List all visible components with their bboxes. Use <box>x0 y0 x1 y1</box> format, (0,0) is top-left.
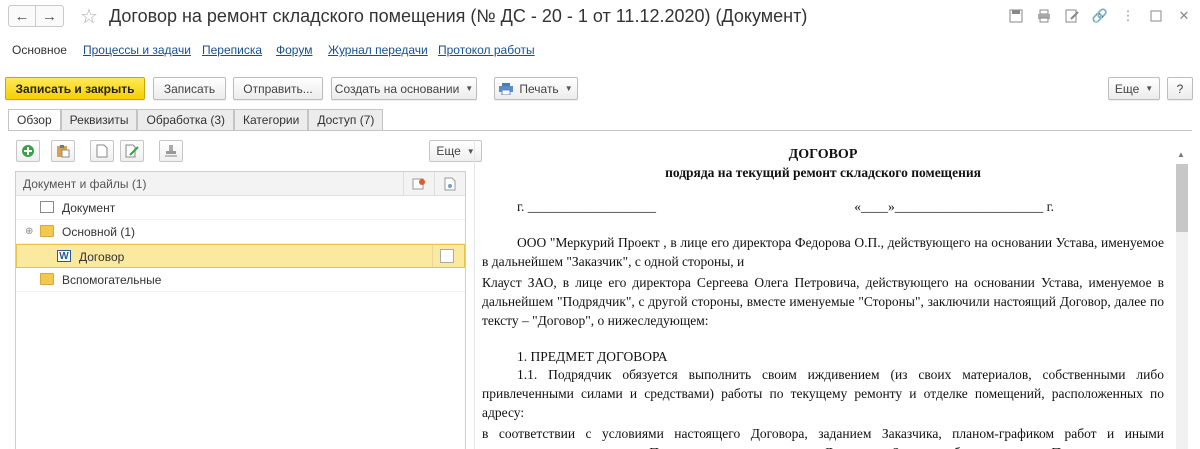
nav-link-correspondence[interactable]: Переписка <box>202 43 262 57</box>
document-scrollbar[interactable]: ▲ <box>1172 140 1192 449</box>
favorite-star-icon[interactable]: ☆ <box>80 4 98 29</box>
document-icon <box>96 144 108 158</box>
nav-link-main[interactable]: Основное <box>12 43 67 57</box>
tab-divider <box>8 130 1192 131</box>
link-icon[interactable]: 🔗 <box>1092 8 1108 24</box>
more-button[interactable]: Еще ▼ <box>1108 77 1160 100</box>
document-place-date: г. ___________________ «____»___________… <box>482 199 1164 215</box>
new-file-button[interactable] <box>90 140 114 162</box>
files-tree-header: Документ и файлы (1) <box>16 172 465 196</box>
stamp-icon <box>165 145 177 157</box>
scroll-up-icon[interactable]: ▲ <box>1177 150 1185 159</box>
document-content: ДОГОВОР подряда на текущий ремонт складс… <box>482 140 1164 449</box>
chevron-down-icon: ▼ <box>465 84 474 93</box>
window-title: Договор на ремонт складского помещения (… <box>109 6 808 26</box>
chevron-down-icon: ▼ <box>1145 84 1154 93</box>
tree-row-auxiliary-folder[interactable]: Вспомогательные <box>16 268 465 292</box>
files-tree-title: Документ и файлы (1) <box>23 177 147 191</box>
document-paragraph-2: Клауст ЗАО, в лице его директора Сергеев… <box>482 275 1164 328</box>
command-bar: Записать и закрыть Записать Отправить...… <box>0 77 1200 101</box>
folder-icon <box>40 225 54 237</box>
signature-icon <box>412 178 425 190</box>
files-tree[interactable]: Документ и файлы (1) Документ ⊕ Основной… <box>15 171 466 449</box>
clipboard-icon <box>57 145 70 158</box>
edit-file-button[interactable] <box>120 140 144 162</box>
row-divider <box>432 245 433 267</box>
tree-row-label: Договор <box>79 250 125 264</box>
send-button[interactable]: Отправить... <box>233 77 323 100</box>
tree-row-contract-file[interactable]: W Договор <box>16 244 465 268</box>
tab-bar: Обзор Реквизиты Обработка (3) Категории … <box>8 109 384 130</box>
tab-overview[interactable]: Обзор <box>8 109 61 130</box>
tab-requisites[interactable]: Реквизиты <box>60 109 138 130</box>
collapse-icon[interactable]: ⊕ <box>25 226 33 237</box>
print-label: Печать <box>519 81 559 96</box>
more-menu-icon[interactable]: ⋮ <box>1120 8 1136 24</box>
folder-icon <box>40 273 54 285</box>
tree-row-main-folder[interactable]: ⊕ Основной (1) <box>16 220 465 244</box>
print-icon[interactable] <box>1036 8 1052 24</box>
tab-processing[interactable]: Обработка (3) <box>137 109 235 130</box>
file-checkbox[interactable] <box>440 249 454 263</box>
create-based-on-label: Создать на основании <box>334 81 460 96</box>
tree-row-document[interactable]: Документ <box>16 196 465 220</box>
arrow-left-icon: ← <box>14 7 30 25</box>
save-disk-icon[interactable] <box>1008 8 1024 24</box>
edit-icon <box>125 144 139 158</box>
maximize-icon[interactable] <box>1148 8 1164 24</box>
document-icon <box>40 201 54 213</box>
document-paragraph-4: в соответствии с условиями настоящего До… <box>482 426 1164 449</box>
nav-link-forum[interactable]: Форум <box>276 43 312 57</box>
close-icon[interactable]: ✕ <box>1176 8 1192 24</box>
tree-row-label: Документ <box>62 201 116 215</box>
edit-document-icon[interactable] <box>1064 8 1080 24</box>
add-icon <box>22 145 34 157</box>
nav-link-processes[interactable]: Процессы и задачи <box>83 43 191 57</box>
add-from-scanner-button[interactable] <box>51 140 75 162</box>
tree-row-label: Основной (1) <box>62 225 136 239</box>
save-and-close-button[interactable]: Записать и закрыть <box>5 77 145 100</box>
printer-icon <box>499 82 514 95</box>
files-more-label: Еще <box>436 144 461 158</box>
tab-access[interactable]: Доступ (7) <box>308 109 384 130</box>
column-signature-header[interactable] <box>403 172 434 196</box>
window-actions: 🔗 ⋮ ✕ <box>1008 8 1192 24</box>
back-button[interactable]: ← <box>8 5 36 27</box>
nav-link-transfer-log[interactable]: Журнал передачи <box>328 43 428 57</box>
more-label: Еще <box>1114 81 1140 96</box>
navigation-panel: Основное Процессы и задачи Переписка Фор… <box>0 36 1200 64</box>
scrollbar-thumb[interactable] <box>1176 164 1188 232</box>
chevron-down-icon: ▼ <box>564 84 573 93</box>
help-button[interactable]: ? <box>1167 77 1193 100</box>
file-attachment-icon <box>444 177 456 191</box>
nav-link-work-log[interactable]: Протокол работы <box>438 43 535 57</box>
document-place: г. ___________________ <box>517 199 657 214</box>
document-date: «____»______________________ г. <box>854 199 1054 214</box>
stamp-button[interactable] <box>159 140 183 162</box>
word-file-icon: W <box>57 250 71 262</box>
document-subtitle: подряда на текущий ремонт складского пом… <box>665 165 981 180</box>
document-preview[interactable]: ДОГОВОР подряда на текущий ремонт складс… <box>474 140 1192 449</box>
tree-row-label: Вспомогательные <box>62 273 162 287</box>
document-section-heading: 1. ПРЕДМЕТ ДОГОВОРА <box>517 349 668 364</box>
save-button[interactable]: Записать <box>153 77 226 100</box>
document-paragraph-1: ООО "Меркурий Проект , в лице его директ… <box>482 235 1164 269</box>
print-button[interactable]: Печать ▼ <box>494 77 578 100</box>
tab-categories[interactable]: Категории <box>234 109 309 130</box>
add-file-button[interactable] <box>16 140 40 162</box>
column-attachment-header[interactable] <box>434 172 465 196</box>
document-title: ДОГОВОР <box>788 147 858 162</box>
forward-button[interactable]: → <box>36 5 64 27</box>
arrow-right-icon: → <box>42 7 57 25</box>
document-paragraph-3: 1.1. Подрядчик обязуется выполнить своим… <box>482 367 1164 420</box>
create-based-on-button[interactable]: Создать на основании ▼ <box>331 77 477 100</box>
title-bar: ← → ☆ Договор на ремонт складского помещ… <box>0 0 1200 34</box>
